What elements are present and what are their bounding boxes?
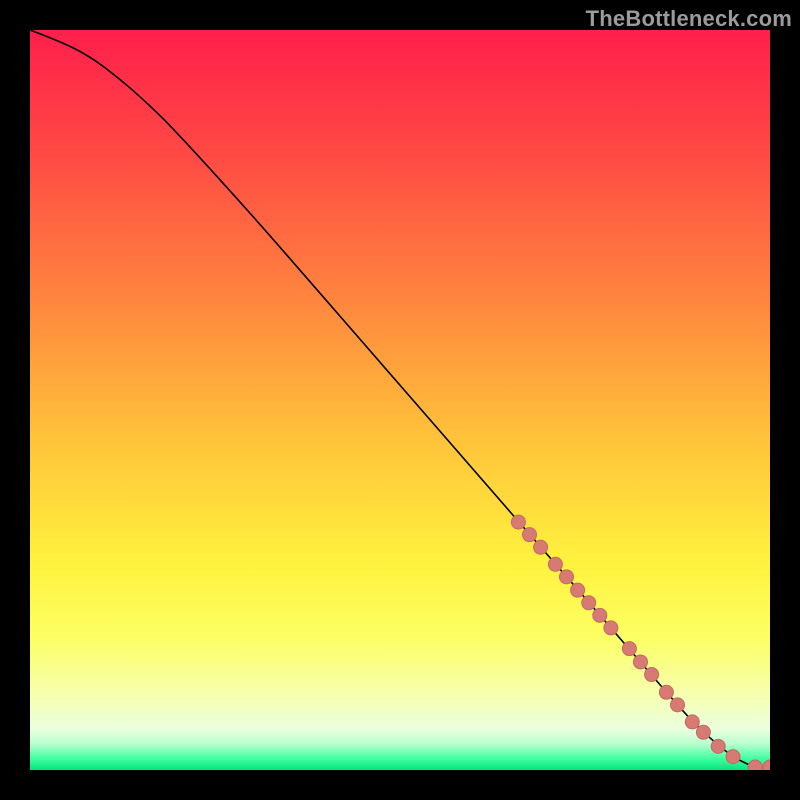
chart-plot-area (30, 30, 770, 770)
chart-svg (30, 30, 770, 770)
chart-point (685, 715, 699, 729)
chart-point (711, 739, 725, 753)
chart-point (548, 557, 562, 571)
chart-point (622, 642, 636, 656)
chart-point (511, 515, 525, 529)
chart-stage: TheBottleneck.com (0, 0, 800, 800)
chart-point (726, 750, 740, 764)
chart-point (696, 725, 710, 739)
chart-point (671, 698, 685, 712)
chart-point (534, 540, 548, 554)
chart-point (604, 621, 618, 635)
chart-point (571, 583, 585, 597)
chart-point (748, 760, 762, 770)
chart-point (659, 685, 673, 699)
chart-point (634, 655, 648, 669)
chart-point (645, 668, 659, 682)
chart-point (582, 596, 596, 610)
chart-background-gradient (30, 30, 770, 770)
chart-point (593, 608, 607, 622)
watermark-text: TheBottleneck.com (586, 6, 792, 32)
chart-point (523, 528, 537, 542)
chart-point (560, 570, 574, 584)
